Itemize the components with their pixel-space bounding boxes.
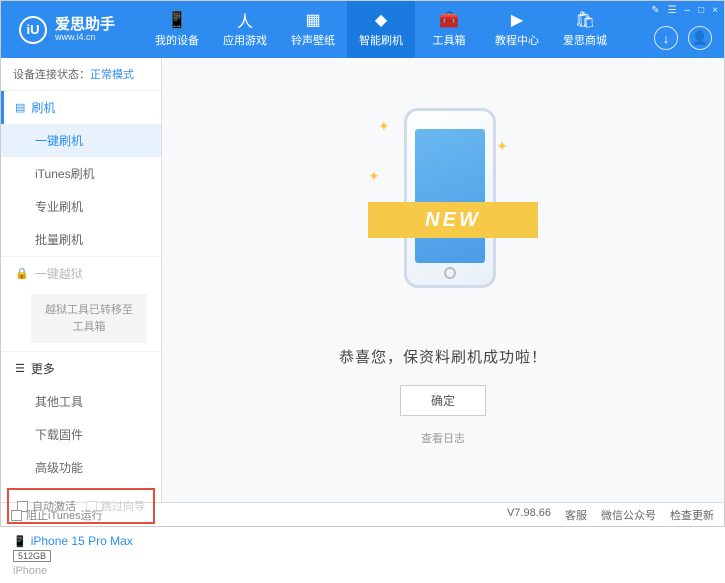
window-controls: ✎ ☰ – □ × bbox=[651, 5, 718, 16]
checkbox-icon bbox=[11, 510, 22, 521]
version-label: V7.98.66 bbox=[507, 507, 551, 523]
sidebar: 设备连接状态：正常模式 ▤ 刷机 一键刷机 iTunes刷机 专业刷机 批量刷机… bbox=[1, 58, 162, 502]
more-icon: ☰ bbox=[15, 362, 25, 375]
maximize-button[interactable]: □ bbox=[698, 5, 704, 16]
footer-link-support[interactable]: 客服 bbox=[565, 507, 587, 523]
device-info: 📱 iPhone 15 Pro Max 512GB iPhone bbox=[1, 528, 161, 583]
sidebar-section-jailbreak: 🔒 一键越狱 bbox=[1, 257, 161, 290]
toolbox-icon: 🧰 bbox=[440, 11, 458, 29]
user-button[interactable]: 👤 bbox=[688, 26, 712, 50]
footer-link-update[interactable]: 检查更新 bbox=[670, 507, 714, 523]
connection-status: 设备连接状态：正常模式 bbox=[1, 58, 161, 90]
footer-link-wechat[interactable]: 微信公众号 bbox=[601, 507, 656, 523]
logo: iU 爱思助手 www.i4.cn bbox=[1, 16, 133, 44]
lock-icon: 🔒 bbox=[15, 267, 29, 280]
view-log-link[interactable]: 查看日志 bbox=[421, 430, 465, 446]
wallpaper-icon: ▦ bbox=[304, 11, 322, 29]
app-title: 爱思助手 bbox=[55, 17, 115, 32]
phone-small-icon: 📱 bbox=[13, 535, 27, 548]
sidebar-item-advanced[interactable]: 高级功能 bbox=[1, 451, 161, 484]
minimize-button[interactable]: – bbox=[685, 5, 691, 16]
sidebar-section-flash[interactable]: ▤ 刷机 bbox=[1, 91, 161, 124]
logo-icon: iU bbox=[19, 16, 47, 44]
sidebar-item-batch-flash[interactable]: 批量刷机 bbox=[1, 223, 161, 256]
phone-icon: 📱 bbox=[168, 11, 186, 29]
top-nav: 📱我的设备 人应用游戏 ▦铃声壁纸 ◆智能刷机 🧰工具箱 ▶教程中心 🛍爱思商城 bbox=[143, 1, 619, 58]
sidebar-section-more[interactable]: ☰ 更多 bbox=[1, 352, 161, 385]
close-button[interactable]: × bbox=[712, 5, 718, 16]
nav-apps-games[interactable]: 人应用游戏 bbox=[211, 1, 279, 58]
success-illustration: ✦ ✦ ✦ NEW bbox=[358, 98, 528, 328]
device-name[interactable]: 📱 iPhone 15 Pro Max bbox=[13, 534, 149, 548]
store-icon: 🛍 bbox=[576, 11, 594, 29]
nav-tutorials[interactable]: ▶教程中心 bbox=[483, 1, 551, 58]
doc-icon: ▤ bbox=[15, 101, 25, 114]
jailbreak-note: 越狱工具已转移至 工具箱 bbox=[31, 294, 147, 343]
sidebar-item-other-tools[interactable]: 其他工具 bbox=[1, 385, 161, 418]
device-type: iPhone bbox=[13, 565, 149, 577]
sidebar-item-itunes-flash[interactable]: iTunes刷机 bbox=[1, 157, 161, 190]
checkbox-block-itunes[interactable]: 阻止iTunes运行 bbox=[11, 507, 103, 523]
flash-icon: ◆ bbox=[372, 11, 390, 29]
nav-store[interactable]: 🛍爱思商城 bbox=[551, 1, 619, 58]
header-circle-buttons: ↓ 👤 bbox=[654, 26, 712, 50]
skin-button[interactable]: ✎ bbox=[651, 5, 659, 16]
sidebar-item-pro-flash[interactable]: 专业刷机 bbox=[1, 190, 161, 223]
storage-badge: 512GB bbox=[13, 550, 51, 562]
apps-icon: 人 bbox=[236, 11, 254, 29]
app-subtitle: www.i4.cn bbox=[55, 32, 115, 42]
nav-toolbox[interactable]: 🧰工具箱 bbox=[415, 1, 483, 58]
sidebar-item-oneclick-flash[interactable]: 一键刷机 bbox=[1, 124, 161, 157]
nav-smart-flash[interactable]: ◆智能刷机 bbox=[347, 1, 415, 58]
app-header: iU 爱思助手 www.i4.cn 📱我的设备 人应用游戏 ▦铃声壁纸 ◆智能刷… bbox=[1, 1, 724, 58]
new-ribbon: NEW bbox=[358, 198, 548, 242]
nav-my-device[interactable]: 📱我的设备 bbox=[143, 1, 211, 58]
nav-ringtones[interactable]: ▦铃声壁纸 bbox=[279, 1, 347, 58]
main-content: ✦ ✦ ✦ NEW 恭喜您，保资料刷机成功啦！ 确定 查看日志 bbox=[162, 58, 724, 502]
success-message: 恭喜您，保资料刷机成功啦！ bbox=[339, 346, 547, 367]
tutorial-icon: ▶ bbox=[508, 11, 526, 29]
download-button[interactable]: ↓ bbox=[654, 26, 678, 50]
sidebar-item-download-firmware[interactable]: 下载固件 bbox=[1, 418, 161, 451]
ok-button[interactable]: 确定 bbox=[400, 385, 486, 416]
menu-button[interactable]: ☰ bbox=[668, 5, 677, 16]
